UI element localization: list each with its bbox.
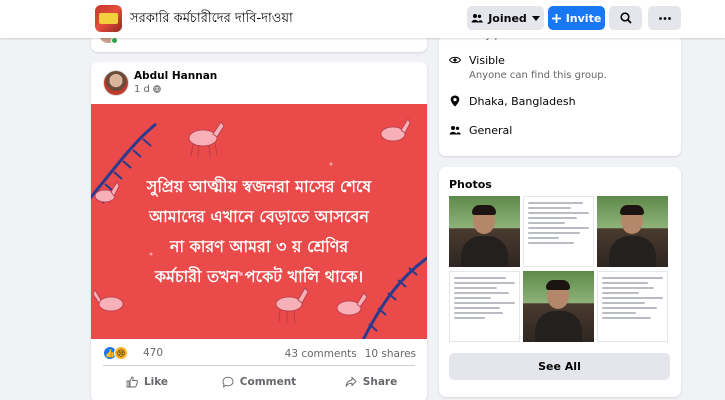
photo-thumbnail[interactable] (523, 271, 594, 342)
post-timestamp[interactable]: 1 d (134, 84, 161, 95)
like-label: Like (143, 376, 169, 388)
group-header-bar: সরকারি কর্মচারীদের দাবি-দাওয়া Joined In… (0, 0, 725, 38)
group-thumbnail[interactable] (95, 5, 122, 32)
post-image-text: সুপ্রিয় আত্মীয় স্বজনরা মাসের শেষে আমাদ… (105, 172, 413, 292)
invite-label: Invite (565, 11, 602, 25)
group-members-icon (449, 124, 461, 136)
share-arrow-icon (345, 376, 357, 387)
author-avatar[interactable] (103, 70, 129, 96)
search-button[interactable] (609, 6, 642, 30)
plus-icon (551, 13, 561, 23)
image-text-line: সুপ্রিয় আত্মীয় স্বজনরা মাসের শেষে (146, 177, 372, 196)
visible-title: Visible (469, 54, 505, 67)
sad-reaction-icon: 😢 (114, 346, 128, 360)
photo-thumbnail[interactable] (597, 196, 668, 267)
photos-card: Photos See All (439, 167, 681, 397)
like-button[interactable]: Like (91, 370, 203, 394)
photos-heading: Photos (449, 178, 492, 191)
image-text-line: না কারণ আমরা ৩ য় শ্রেণির (169, 237, 349, 256)
post-image[interactable]: সুপ্রিয় আত্মীয় স্বজনরা মাসের শেষে আমাদ… (91, 104, 427, 339)
group-location[interactable]: Dhaka, Bangladesh (469, 95, 576, 108)
comment-icon (222, 376, 234, 388)
eye-icon (449, 54, 461, 66)
about-visible-row: Visible Anyone can find this group. (449, 54, 607, 81)
share-count[interactable]: 10 shares (365, 348, 416, 360)
globe-icon (153, 85, 161, 93)
post-stats: 43 comments 10 shares (285, 348, 416, 360)
about-category-row: General (449, 124, 512, 137)
online-status-icon (111, 37, 118, 44)
post-time-text: 1 d (134, 84, 150, 95)
image-text-line: কর্মচারী তখন পকেট খালি থাকে। (154, 267, 364, 286)
location-pin-icon (449, 95, 461, 107)
search-icon (619, 12, 632, 24)
thumbs-up-icon (126, 376, 138, 388)
comment-label: Comment (239, 376, 297, 388)
group-category: General (469, 124, 513, 137)
reaction-count: 470 (143, 347, 164, 359)
photo-thumbnail[interactable] (597, 271, 668, 342)
divider (103, 365, 415, 366)
reaction-summary[interactable]: 👍 😢 470 (103, 346, 163, 360)
comment-button[interactable]: Comment (203, 370, 315, 394)
group-members-icon (471, 14, 484, 23)
see-all-photos-button[interactable]: See All (449, 353, 670, 380)
about-location-row: Dhaka, Bangladesh (449, 95, 576, 108)
photo-thumbnail[interactable] (449, 196, 520, 267)
invite-button[interactable]: Invite (548, 6, 605, 30)
share-label: Share (362, 376, 398, 388)
photo-thumbnail[interactable] (523, 196, 594, 267)
group-name[interactable]: সরকারি কর্মচারীদের দাবি-দাওয়া (130, 9, 293, 30)
image-text-line: আমাদের এখানে বেড়াতে আসবেন (149, 207, 369, 226)
more-options-button[interactable] (648, 6, 681, 30)
comment-count[interactable]: 43 comments (285, 348, 357, 360)
joined-label: Joined (488, 11, 527, 25)
post-author[interactable]: Abdul Hannan (134, 70, 217, 82)
post-actions: Like Comment Share (91, 370, 427, 394)
visible-description: Anyone can find this group. (469, 70, 607, 81)
caret-down-icon (531, 15, 540, 21)
more-dots-icon (658, 16, 671, 20)
post: Abdul Hannan 1 d সুপ্রিয় আত্মীয় স্বজনর… (91, 62, 427, 400)
share-button[interactable]: Share (315, 370, 427, 394)
photo-thumbnail[interactable] (449, 271, 520, 342)
joined-button[interactable]: Joined (467, 6, 544, 30)
